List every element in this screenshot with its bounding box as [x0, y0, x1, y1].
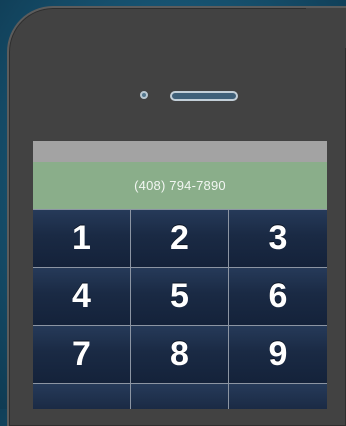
key-2[interactable]: 2: [131, 210, 228, 267]
earpiece-speaker-icon: [170, 91, 238, 101]
dialed-number-display: (408) 794-7890: [33, 162, 327, 209]
status-bar: [33, 141, 327, 162]
key-8[interactable]: 8: [131, 326, 228, 383]
phone-screen: (408) 794-7890 1 2 3 4 5 6 7 8 9: [33, 141, 327, 409]
dial-keypad: 1 2 3 4 5 6 7 8 9: [33, 209, 327, 409]
key-bottom-left[interactable]: [33, 384, 130, 409]
key-7[interactable]: 7: [33, 326, 130, 383]
key-bottom-center[interactable]: [131, 384, 228, 409]
key-6[interactable]: 6: [229, 268, 327, 325]
key-1[interactable]: 1: [33, 210, 130, 267]
key-3[interactable]: 3: [229, 210, 327, 267]
front-camera-icon: [140, 91, 148, 99]
key-5[interactable]: 5: [131, 268, 228, 325]
key-bottom-right[interactable]: [229, 384, 327, 409]
key-4[interactable]: 4: [33, 268, 130, 325]
key-9[interactable]: 9: [229, 326, 327, 383]
